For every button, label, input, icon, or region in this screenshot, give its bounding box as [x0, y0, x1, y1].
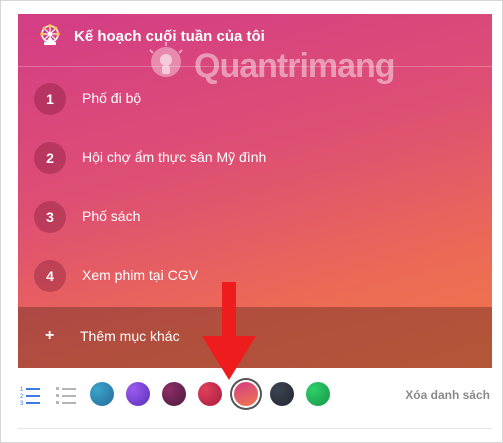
list-item[interactable]: 2 Hội chợ ẩm thực sân Mỹ đình	[18, 127, 492, 186]
list-item[interactable]: 3 Phố sách	[18, 186, 492, 245]
color-swatch-green[interactable]	[306, 382, 330, 406]
list-toolbar: 1 2 3 Xóa danh sách	[18, 376, 494, 416]
item-text[interactable]: Phố đi bộ	[82, 90, 141, 107]
numbered-list-icon[interactable]: 1 2 3	[20, 385, 40, 407]
color-swatch-crimson[interactable]	[198, 382, 222, 406]
color-swatch-pink-orange-selected[interactable]	[234, 382, 258, 406]
add-item-label: Thêm mục khác	[80, 328, 180, 344]
svg-text:1: 1	[20, 387, 24, 393]
color-swatch-plum[interactable]	[162, 382, 186, 406]
color-swatch-charcoal[interactable]	[270, 382, 294, 406]
item-text[interactable]: Xem phim tại CGV	[82, 267, 198, 284]
color-swatch-purple[interactable]	[126, 382, 150, 406]
list-item[interactable]: 1 Phố đi bộ	[18, 68, 492, 127]
item-number: 4	[34, 260, 66, 292]
divider	[18, 428, 492, 429]
bulleted-list-icon[interactable]	[56, 385, 76, 407]
color-swatch-teal-blue[interactable]	[90, 382, 114, 406]
ferris-wheel-icon	[40, 24, 60, 45]
item-text[interactable]: Phố sách	[82, 208, 140, 225]
item-text[interactable]: Hội chợ ẩm thực sân Mỹ đình	[82, 149, 266, 166]
red-arrow-icon	[202, 282, 256, 380]
clear-list-button[interactable]: Xóa danh sách	[405, 388, 490, 402]
item-number: 2	[34, 142, 66, 174]
svg-text:3: 3	[20, 401, 24, 407]
item-number: 3	[34, 201, 66, 233]
plus-icon: +	[45, 327, 55, 344]
svg-text:2: 2	[20, 394, 24, 400]
list-items: 1 Phố đi bộ 2 Hội chợ ẩm thực sân Mỹ đìn…	[18, 68, 492, 304]
item-number: 1	[34, 83, 66, 115]
